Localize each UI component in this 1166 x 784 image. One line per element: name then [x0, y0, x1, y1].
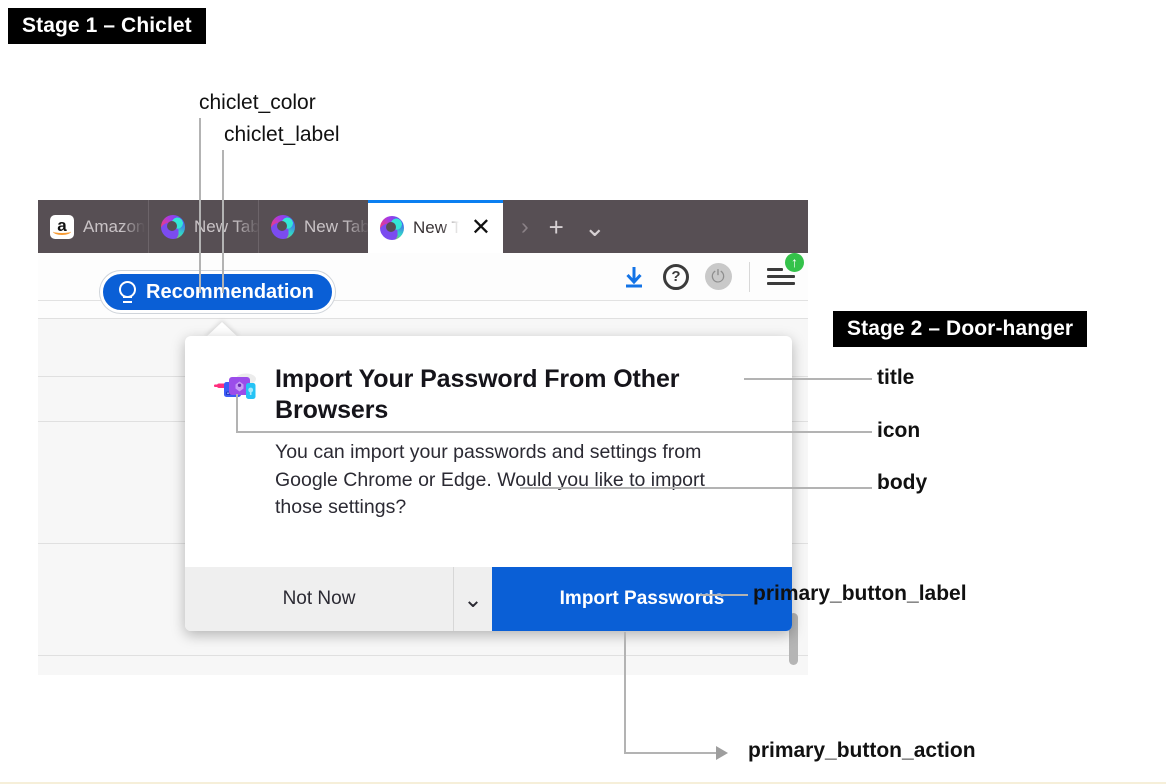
firefox-icon	[161, 214, 185, 239]
downloads-icon[interactable]	[615, 258, 653, 296]
stage-2-badge: Stage 2 – Door-hanger	[833, 311, 1088, 347]
annotation-icon: icon	[877, 419, 921, 442]
toolbar-icon-group: ? ⏻ ↑	[615, 252, 804, 300]
tab-strip: a Amazon New Tab New Tab New Tab ✕ › + ⌄	[38, 200, 808, 253]
doorhanger-description: You can import your passwords and settin…	[275, 441, 705, 519]
power-glyph: ⏻	[711, 267, 725, 286]
content-divider	[38, 318, 808, 319]
amazon-icon: a	[50, 214, 74, 239]
recommendation-chiclet[interactable]: Recommendation	[100, 271, 335, 313]
tab-label: New Tab	[413, 218, 479, 237]
doorhanger-footer: Not Now ⌄ Import Passwords	[185, 567, 792, 631]
update-badge-glyph: ↑	[791, 253, 798, 270]
arrow-horizontal-primary-action	[624, 752, 718, 754]
scroll-right-icon[interactable]: ›	[513, 215, 537, 238]
leader-line-chiclet-color	[199, 118, 201, 293]
info-icon[interactable]: ?	[657, 258, 695, 296]
doorhanger-title: Import Your Password From Other Browsers	[275, 365, 680, 424]
annotation-primary-button-action: primary_button_action	[748, 739, 976, 762]
chiclet-label: Recommendation	[146, 281, 314, 303]
tab-label: New Tab	[194, 216, 258, 236]
leader-line-icon	[236, 431, 872, 433]
not-now-button[interactable]: Not Now	[185, 567, 453, 631]
firefox-icon	[271, 214, 295, 239]
content-divider	[38, 655, 808, 656]
tab-label: Amazon	[83, 216, 146, 236]
leader-line-primary-label	[700, 594, 748, 596]
app-menu-icon[interactable]: ↑	[762, 252, 804, 296]
tab-amazon[interactable]: a Amazon	[38, 200, 148, 253]
lightbulb-icon	[118, 280, 137, 304]
arrow-vertical-primary-action	[624, 632, 626, 754]
leader-line-chiclet-label	[222, 150, 224, 293]
firefox-icon	[380, 216, 404, 240]
import-passwords-button[interactable]: Import Passwords	[492, 567, 792, 631]
stage-1-badge: Stage 1 – Chiclet	[8, 8, 206, 44]
update-badge-icon: ↑	[785, 252, 804, 272]
new-tab-icon[interactable]: +	[541, 214, 572, 240]
power-sync-icon[interactable]: ⏻	[699, 258, 737, 296]
arrow-head-primary-action	[716, 746, 728, 760]
tab-new-tab-2[interactable]: New Tab	[258, 200, 368, 253]
leader-line-icon-vertical	[236, 394, 238, 432]
tab-new-tab-active[interactable]: New Tab ✕	[368, 200, 503, 253]
annotation-primary-button-label: primary_button_label	[753, 582, 967, 605]
import-passwords-doorhanger: Import Your Password From Other Browsers…	[185, 336, 792, 631]
doorhanger-body: Import Your Password From Other Browsers…	[185, 336, 792, 522]
leader-line-title	[744, 378, 872, 380]
annotation-body: body	[877, 471, 928, 494]
annotation-chiclet-color: chiclet_color	[199, 91, 316, 114]
toolbar-divider	[749, 261, 750, 292]
tab-new-tab-1[interactable]: New Tab	[148, 200, 258, 253]
annotation-chiclet-label: chiclet_label	[224, 123, 340, 146]
info-glyph: ?	[671, 268, 681, 285]
chevron-down-icon[interactable]: ⌄	[453, 567, 492, 631]
tab-label: New Tab	[304, 216, 368, 236]
chevron-down-icon[interactable]: ⌄	[576, 214, 614, 240]
leader-line-body	[520, 487, 872, 489]
annotation-title: title	[877, 366, 915, 389]
doorhanger-header: Import Your Password From Other Browsers	[213, 364, 762, 425]
tab-strip-controls: › + ⌄	[503, 200, 624, 253]
close-icon[interactable]: ✕	[471, 216, 491, 240]
